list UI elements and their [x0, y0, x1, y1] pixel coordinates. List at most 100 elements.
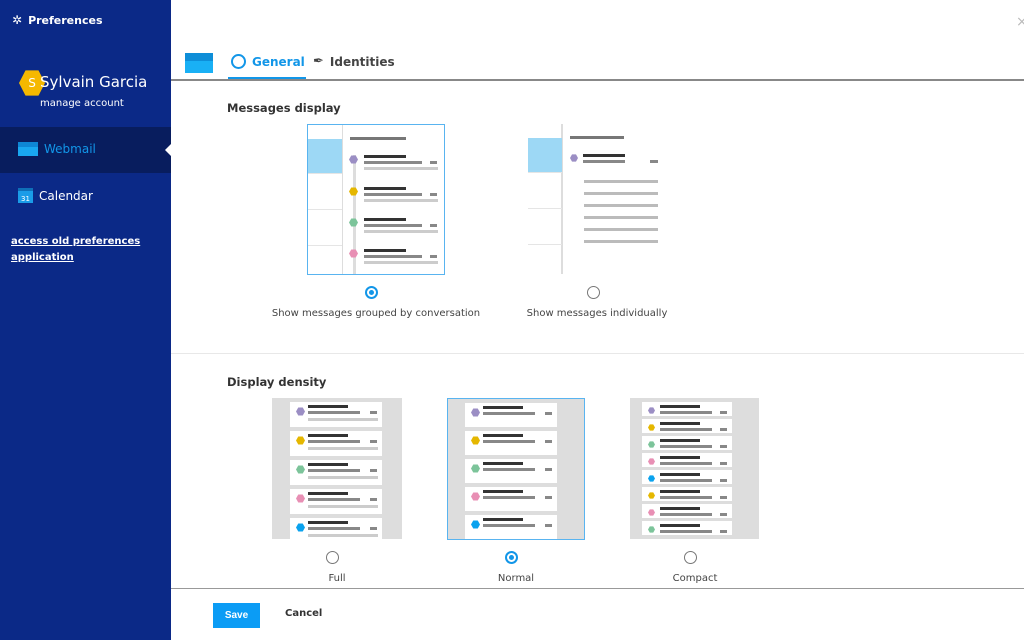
preview-line — [364, 155, 406, 158]
preview-line — [364, 230, 438, 233]
save-button[interactable]: Save — [213, 603, 260, 628]
radio-full[interactable] — [326, 551, 339, 564]
individual-label: Show messages individually — [526, 308, 668, 319]
preview-line — [308, 469, 360, 472]
preview-line — [308, 411, 360, 414]
compact-preview[interactable] — [630, 398, 759, 539]
compact-label: Compact — [672, 573, 718, 584]
preview-line — [545, 412, 552, 415]
folder-divider — [528, 208, 562, 209]
sidebar: ✲ Preferences S Sylvain Garcia manage ac… — [0, 0, 172, 640]
general-icon — [231, 54, 246, 69]
preferences-title: ✲ Preferences — [12, 13, 103, 27]
close-button[interactable]: × — [1016, 14, 1024, 30]
preview-line — [660, 490, 700, 493]
preview-line — [660, 473, 700, 476]
normal-preview[interactable] — [447, 398, 585, 540]
preview-line — [483, 496, 535, 499]
preview-line — [720, 428, 727, 431]
preview-line — [370, 440, 377, 443]
preview-line — [660, 530, 712, 533]
footer-divider — [171, 588, 1024, 589]
dot — [349, 187, 358, 196]
preview-line — [584, 180, 658, 183]
tab-general[interactable]: General — [231, 54, 305, 69]
folder-divider — [308, 173, 342, 174]
preview-line — [660, 513, 712, 516]
preview-line — [720, 513, 727, 516]
preview-line — [308, 405, 348, 408]
preview-line — [483, 406, 523, 409]
preview-line — [660, 507, 700, 510]
preview-line — [308, 492, 348, 495]
preview-line — [660, 524, 700, 527]
manage-account-link[interactable]: manage account — [40, 98, 124, 109]
old-preferences-link[interactable]: access old preferences application — [11, 234, 161, 266]
mail-app-icon — [185, 53, 213, 73]
preview-line — [370, 498, 377, 501]
dot — [349, 249, 358, 258]
preview-line — [660, 479, 712, 482]
preview-line — [660, 456, 700, 459]
preview-line — [660, 445, 712, 448]
preview-line — [660, 462, 712, 465]
preview-line — [308, 463, 348, 466]
preview-line — [430, 224, 437, 227]
selected-indicator — [165, 143, 172, 157]
selected-folder — [528, 138, 562, 172]
radio-grouped[interactable] — [365, 286, 378, 299]
preview-line — [720, 411, 727, 414]
preview-line — [483, 518, 523, 521]
preview-line — [430, 161, 437, 164]
preview-line — [660, 422, 700, 425]
preview-line — [364, 161, 422, 164]
user-name: Sylvain Garcia — [40, 73, 148, 91]
folder-divider — [308, 209, 342, 210]
preview-line — [660, 405, 700, 408]
sidebar-item-calendar[interactable]: 31 Calendar — [18, 188, 93, 203]
preview-line — [545, 468, 552, 471]
preview-line — [584, 216, 658, 219]
dot — [349, 155, 358, 164]
preview-line — [660, 439, 700, 442]
preview-line — [364, 193, 422, 196]
cancel-button[interactable]: Cancel — [285, 608, 322, 619]
radio-compact[interactable] — [684, 551, 697, 564]
dot — [349, 218, 358, 227]
messages-display-heading: Messages display — [227, 101, 341, 115]
conversation-preview[interactable] — [307, 124, 445, 275]
preview-line — [584, 228, 658, 231]
tab-identities[interactable]: ✒ Identities — [313, 54, 395, 69]
preview-line — [660, 411, 712, 414]
radio-normal[interactable] — [505, 551, 518, 564]
preview-line — [350, 137, 406, 140]
preview-line — [308, 440, 360, 443]
sidebar-item-webmail[interactable]: Webmail — [18, 142, 96, 156]
preview-line — [584, 192, 658, 195]
preview-line — [483, 412, 535, 415]
preview-line — [370, 527, 377, 530]
preview-line — [483, 490, 523, 493]
preview-line — [308, 527, 360, 530]
preview-line — [364, 167, 438, 170]
radio-individual[interactable] — [587, 286, 600, 299]
dot — [570, 154, 578, 162]
preview-line — [483, 434, 523, 437]
preview-line — [364, 187, 406, 190]
folder-divider — [528, 244, 562, 245]
preview-line — [583, 160, 625, 163]
preview-line — [483, 462, 523, 465]
preview-line — [584, 240, 658, 243]
preview-line — [583, 154, 625, 157]
full-preview[interactable] — [272, 398, 402, 539]
section-divider — [171, 353, 1024, 354]
preview-line — [483, 524, 535, 527]
preview-line — [364, 224, 422, 227]
selected-folder — [308, 139, 342, 173]
preview-line — [364, 255, 422, 258]
preview-line — [308, 418, 378, 421]
individual-preview[interactable] — [528, 124, 662, 275]
preview-line — [370, 411, 377, 414]
folder-divider — [308, 245, 342, 246]
display-density-heading: Display density — [227, 375, 327, 389]
